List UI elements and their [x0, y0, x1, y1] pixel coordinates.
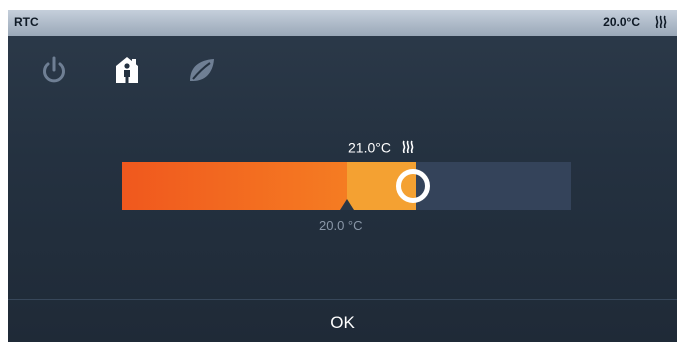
setpoint-value: 21.0°C [348, 139, 391, 156]
setpoint-display: 21.0°C [348, 138, 415, 155]
app-title: RTC [14, 15, 39, 29]
current-temperature: 20.0°C [603, 15, 640, 29]
mode-comfort-button[interactable] [111, 54, 143, 86]
heating-icon [402, 140, 414, 154]
leaf-icon [190, 59, 214, 81]
actual-temperature-label: 20.0 °C [319, 218, 363, 233]
ok-button[interactable]: OK [8, 300, 677, 342]
rtc-screen: RTC 20.0°C 21.0°C 20.0 °C OK [8, 10, 677, 342]
slider-fill-actual [122, 162, 347, 210]
home-presence-icon [116, 57, 138, 83]
mode-off-button[interactable] [38, 54, 70, 86]
slider-handle[interactable] [396, 169, 430, 203]
power-icon [43, 56, 65, 83]
heating-icon [655, 15, 667, 29]
status-bar: RTC 20.0°C [8, 10, 677, 36]
actual-temperature-marker [340, 199, 354, 210]
mode-eco-button[interactable] [185, 54, 217, 86]
